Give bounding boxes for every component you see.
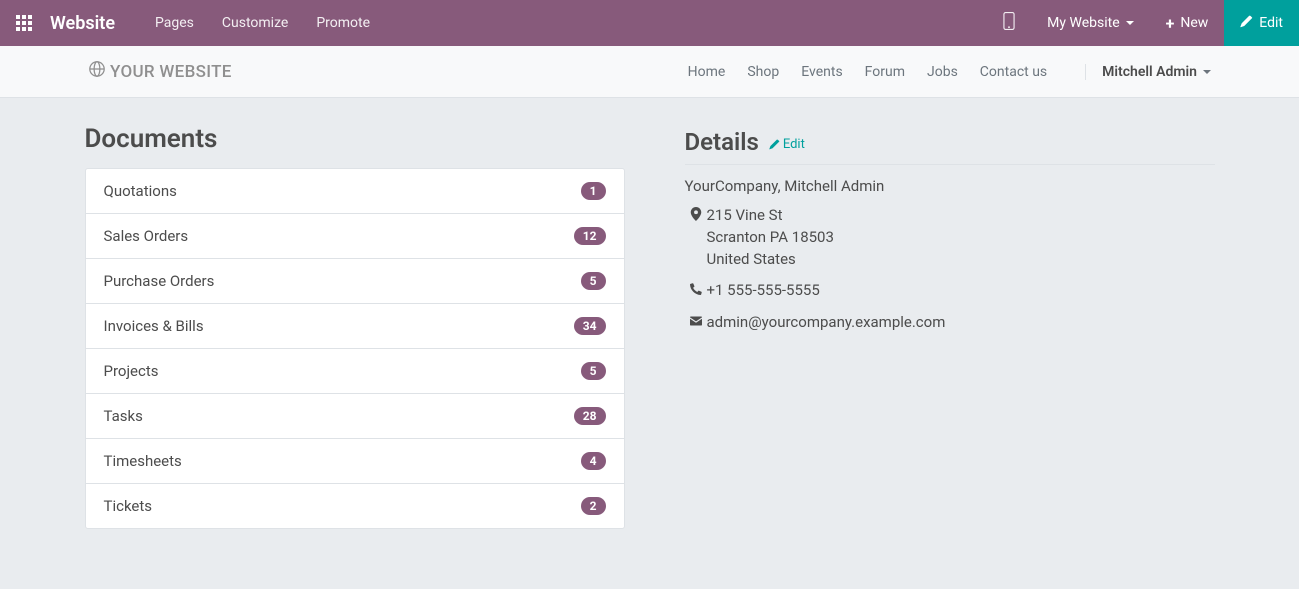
doc-item-sales-orders[interactable]: Sales Orders 12 [86, 214, 624, 259]
doc-item-badge: 5 [581, 272, 606, 290]
doc-item-purchase-orders[interactable]: Purchase Orders 5 [86, 259, 624, 304]
site-logo[interactable]: YOUR WEBSITE [88, 60, 232, 83]
nav-link-jobs[interactable]: Jobs [927, 64, 958, 80]
menu-promote[interactable]: Promote [316, 15, 370, 31]
app-name[interactable]: Website [50, 13, 115, 34]
doc-item-label: Timesheets [104, 452, 182, 470]
doc-item-badge: 2 [581, 497, 606, 515]
details-phone: +1 555-555-5555 [707, 280, 1215, 302]
details-address: 215 Vine St Scranton PA 18503 United Sta… [707, 205, 1215, 270]
map-marker-icon [685, 205, 707, 221]
nav-links: Home Shop Events Forum Jobs Contact us M… [688, 64, 1211, 80]
doc-item-label: Tasks [104, 407, 143, 425]
doc-item-label: Sales Orders [104, 227, 189, 245]
new-button[interactable]: + New [1150, 0, 1225, 46]
page-content: Documents Quotations 1 Sales Orders 12 P… [85, 98, 1215, 569]
doc-item-badge: 5 [581, 362, 606, 380]
doc-item-label: Projects [104, 362, 159, 380]
doc-item-projects[interactable]: Projects 5 [86, 349, 624, 394]
topbar-menu: Pages Customize Promote [155, 15, 370, 31]
documents-title: Documents [85, 124, 625, 154]
apps-icon[interactable] [16, 15, 32, 31]
phone-icon [685, 280, 707, 296]
envelope-icon [685, 312, 707, 328]
doc-item-label: Quotations [104, 182, 177, 200]
documents-column: Documents Quotations 1 Sales Orders 12 P… [85, 124, 625, 529]
doc-item-quotations[interactable]: Quotations 1 [86, 169, 624, 214]
address-line-2: Scranton PA 18503 [707, 227, 1215, 249]
details-edit-label: Edit [783, 137, 805, 152]
mobile-icon [1003, 12, 1015, 34]
details-title: Details [685, 128, 759, 156]
doc-item-badge: 1 [581, 182, 606, 200]
globe-icon [88, 60, 106, 83]
menu-pages[interactable]: Pages [155, 15, 194, 31]
doc-item-badge: 34 [574, 317, 606, 335]
address-line-3: United States [707, 249, 1215, 271]
address-line-1: 215 Vine St [707, 205, 1215, 227]
chevron-down-icon [1203, 64, 1211, 80]
details-email: admin@yourcompany.example.com [707, 312, 1215, 334]
doc-item-badge: 4 [581, 452, 606, 470]
nav-link-forum[interactable]: Forum [865, 64, 905, 80]
details-company: YourCompany, Mitchell Admin [685, 177, 1215, 195]
mobile-preview-button[interactable] [987, 0, 1031, 46]
nav-link-contact[interactable]: Contact us [980, 64, 1047, 80]
pencil-icon [1240, 15, 1253, 32]
details-email-row: admin@yourcompany.example.com [685, 312, 1215, 334]
site-switcher[interactable]: My Website [1031, 0, 1149, 46]
pencil-icon [769, 139, 780, 150]
doc-item-badge: 28 [574, 407, 606, 425]
edit-button[interactable]: Edit [1224, 0, 1299, 46]
doc-item-timesheets[interactable]: Timesheets 4 [86, 439, 624, 484]
nav-link-shop[interactable]: Shop [747, 64, 779, 80]
nav-link-events[interactable]: Events [801, 64, 842, 80]
site-logo-text: YOUR WEBSITE [110, 62, 232, 82]
chevron-down-icon [1126, 15, 1134, 31]
details-column: Details Edit YourCompany, Mitchell Admin… [685, 124, 1215, 529]
documents-list: Quotations 1 Sales Orders 12 Purchase Or… [85, 168, 625, 529]
details-header: Details Edit [685, 128, 1215, 165]
app-topbar: Website Pages Customize Promote My Websi… [0, 0, 1299, 46]
details-phone-row: +1 555-555-5555 [685, 280, 1215, 302]
plus-icon: + [1166, 14, 1175, 33]
menu-customize[interactable]: Customize [222, 15, 288, 31]
doc-item-label: Purchase Orders [104, 272, 215, 290]
doc-item-badge: 12 [574, 227, 606, 245]
site-switcher-label: My Website [1047, 15, 1119, 31]
doc-item-tasks[interactable]: Tasks 28 [86, 394, 624, 439]
edit-button-label: Edit [1259, 15, 1283, 31]
site-navbar: YOUR WEBSITE Home Shop Events Forum Jobs… [0, 46, 1299, 98]
details-edit-link[interactable]: Edit [769, 137, 805, 152]
nav-link-home[interactable]: Home [688, 64, 726, 80]
new-button-label: New [1180, 15, 1208, 31]
nav-user-menu[interactable]: Mitchell Admin [1085, 64, 1211, 80]
doc-item-invoices-bills[interactable]: Invoices & Bills 34 [86, 304, 624, 349]
nav-user-name: Mitchell Admin [1102, 64, 1197, 80]
details-address-row: 215 Vine St Scranton PA 18503 United Sta… [685, 205, 1215, 270]
doc-item-label: Tickets [104, 497, 153, 515]
doc-item-label: Invoices & Bills [104, 317, 204, 335]
doc-item-tickets[interactable]: Tickets 2 [86, 484, 624, 528]
